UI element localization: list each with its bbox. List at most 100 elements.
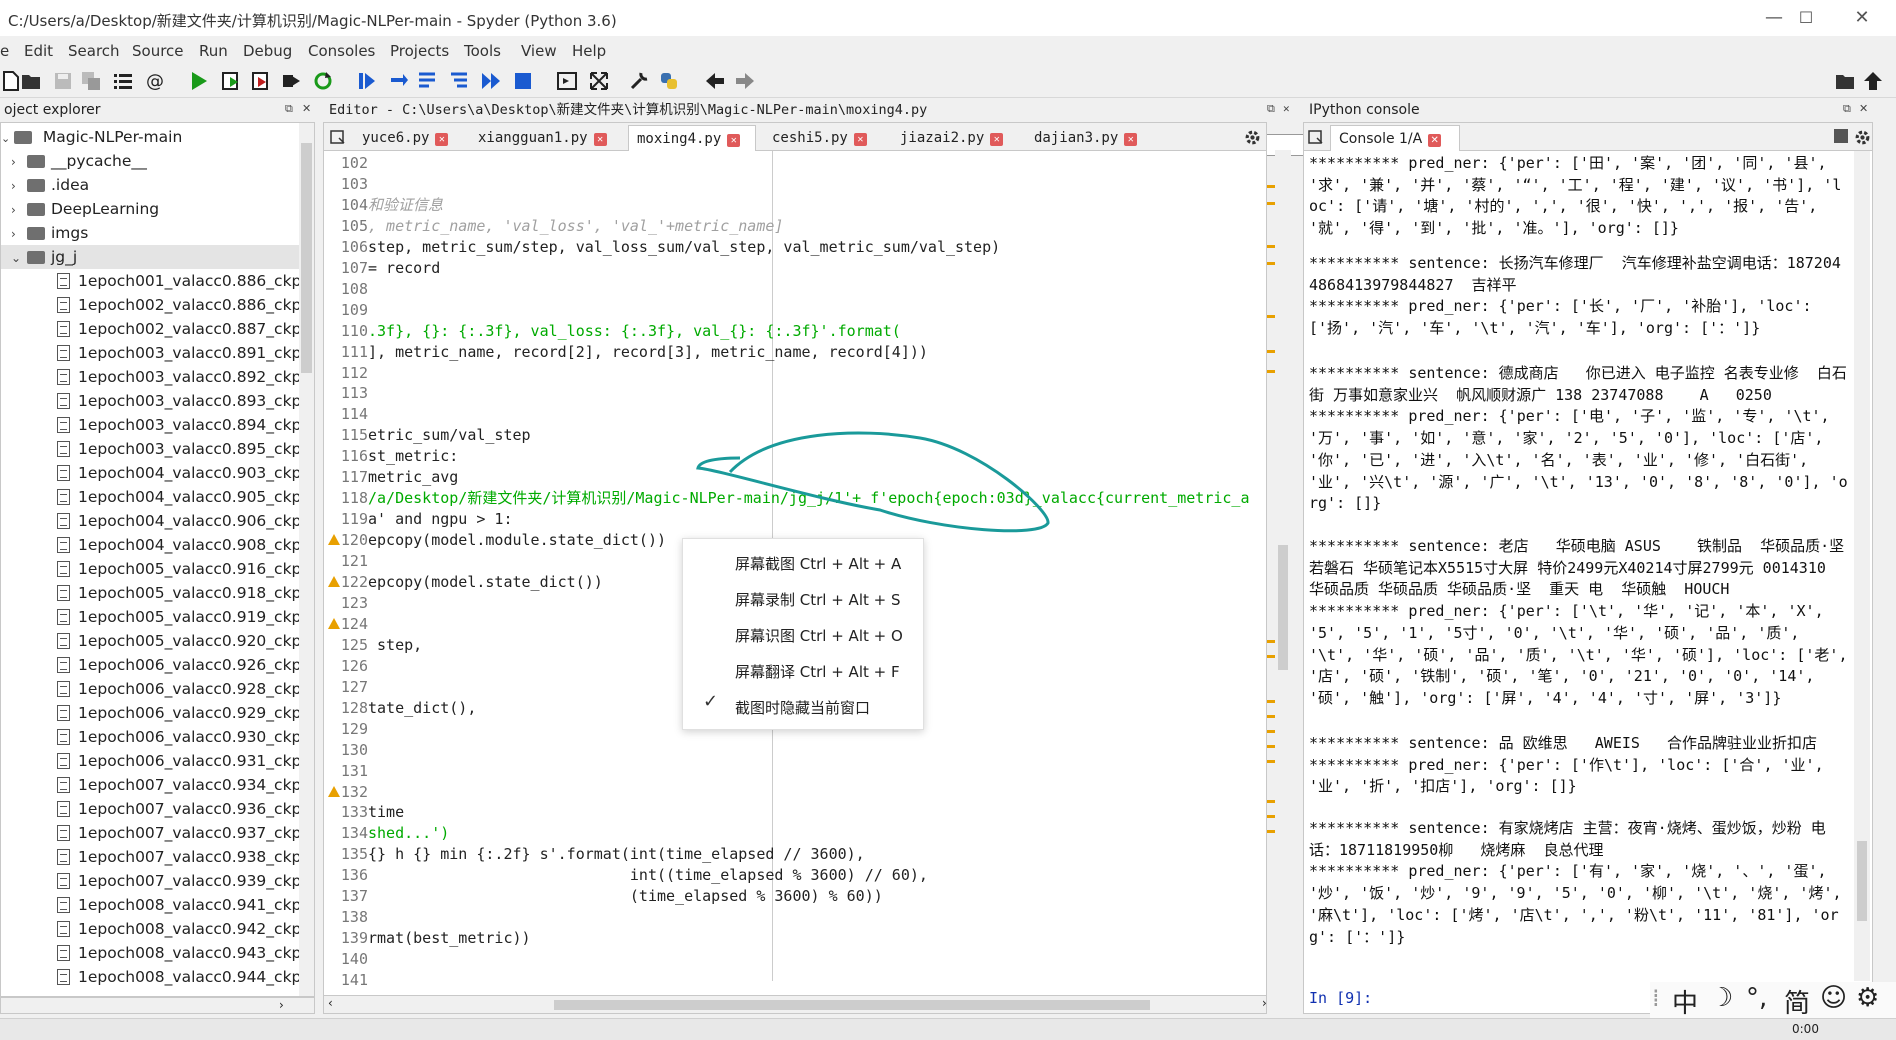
close-icon[interactable]: ✕: [990, 133, 1004, 146]
menu-edit[interactable]: Edit: [24, 42, 53, 60]
menu-consoles[interactable]: Consoles: [308, 42, 375, 60]
code-line[interactable]: 139rmat(best_metric)): [324, 928, 1264, 948]
new-file-icon[interactable]: [0, 70, 22, 92]
browse-folder-icon[interactable]: [1834, 70, 1856, 92]
stop-icon[interactable]: [512, 70, 534, 92]
editor-hscrollbar[interactable]: ‹ ›: [323, 995, 1267, 1014]
tree-file[interactable]: 1epoch005_valacc0.916_ckpt.: [1, 557, 301, 581]
menu-view[interactable]: View: [521, 42, 557, 60]
undock-icon[interactable]: ⧉: [285, 102, 299, 116]
at-icon[interactable]: @: [144, 70, 166, 92]
code-line[interactable]: 106step, metric_sum/step, val_loss_sum/v…: [324, 237, 1264, 257]
close-icon[interactable]: ✕: [1428, 134, 1442, 147]
gear-icon[interactable]: ⚙: [1856, 983, 1879, 1013]
explorer-hscrollbar[interactable]: ›: [0, 997, 315, 1014]
code-line[interactable]: 116st_metric:: [324, 446, 1264, 466]
maximize-pane-icon[interactable]: [556, 70, 578, 92]
code-line[interactable]: 110.3f}, {}: {:.3f}, val_loss: {:.3f}, v…: [324, 321, 1264, 341]
tree-file[interactable]: 1epoch007_valacc0.936_ckpt.: [1, 797, 301, 821]
file-list-icon[interactable]: [1308, 129, 1324, 145]
chevron-right-icon[interactable]: ›: [1262, 996, 1267, 1010]
tree-file[interactable]: 1epoch003_valacc0.893_ckpt.: [1, 389, 301, 413]
close-icon[interactable]: ✕: [853, 133, 867, 146]
minimize-button[interactable]: —: [1762, 6, 1786, 30]
warning-marker[interactable]: [1267, 185, 1275, 188]
tree-file[interactable]: 1epoch007_valacc0.938_ckpt.: [1, 845, 301, 869]
menu-projects[interactable]: Projects: [390, 42, 449, 60]
python-path-icon[interactable]: [658, 70, 680, 92]
code-line[interactable]: 132: [324, 782, 1264, 802]
warning-marker[interactable]: [1267, 350, 1275, 353]
warning-marker[interactable]: [1267, 202, 1275, 205]
step-return-icon[interactable]: [448, 70, 470, 92]
tree-file[interactable]: 1epoch001_valacc0.886_ckpt.: [1, 269, 301, 293]
step-icon[interactable]: [388, 70, 410, 92]
console-scrollbar[interactable]: [1854, 151, 1870, 981]
tree-folder[interactable]: › .idea: [1, 173, 301, 197]
code-line[interactable]: 136 int((time_elapsed % 3600) // 60),: [324, 865, 1264, 885]
scrollbar-thumb[interactable]: [301, 143, 312, 373]
chevron-right-icon[interactable]: ›: [1, 198, 27, 221]
code-line[interactable]: 113: [324, 383, 1264, 403]
warning-marker[interactable]: [1267, 730, 1275, 733]
chevron-right-icon[interactable]: ›: [1, 174, 27, 197]
warning-marker[interactable]: [1267, 830, 1275, 833]
tree-file[interactable]: 1epoch007_valacc0.937_ckpt.: [1, 821, 301, 845]
tree-file[interactable]: 1epoch007_valacc0.934_ckpt.: [1, 773, 301, 797]
run-cell-icon[interactable]: [220, 70, 242, 92]
warning-marker[interactable]: [1267, 315, 1275, 318]
code-line[interactable]: 105, metric_name, 'val_loss', 'val_'+met…: [324, 216, 1264, 236]
close-icon[interactable]: ✕: [593, 133, 607, 146]
ipython-console[interactable]: Console 1/A ✕ ********** pred_ner: {'per'…: [1303, 122, 1873, 1014]
ime-handle-icon[interactable]: ⁞: [1652, 984, 1660, 1012]
smiley-icon[interactable]: ☺: [1820, 983, 1847, 1013]
warning-marker[interactable]: [1267, 370, 1275, 373]
menu-source[interactable]: Source: [132, 42, 184, 60]
menu-item-screenshot[interactable]: 屏幕截图 Ctrl + Alt + A: [735, 553, 901, 574]
editor-tab[interactable]: dajian3.py ✕: [1026, 125, 1146, 151]
chevron-down-icon[interactable]: ⌄: [1, 127, 10, 149]
warning-marker[interactable]: [1267, 640, 1275, 643]
chevron-right-icon[interactable]: ›: [1, 222, 27, 245]
warning-icon[interactable]: [328, 534, 340, 546]
tree-file[interactable]: 1epoch008_valacc0.943_ckpt.: [1, 941, 301, 965]
tree-file[interactable]: 1epoch005_valacc0.919_ckpt.: [1, 605, 301, 629]
code-line[interactable]: 112: [324, 363, 1264, 383]
moon-icon[interactable]: ☽: [1710, 983, 1733, 1013]
code-line[interactable]: 103: [324, 174, 1264, 194]
menu-item-screen-ocr[interactable]: 屏幕识图 Ctrl + Alt + O: [735, 625, 903, 646]
code-line[interactable]: 117metric_avg: [324, 467, 1264, 487]
fullscreen-icon[interactable]: [588, 70, 610, 92]
scrollbar-thumb[interactable]: [554, 1000, 1150, 1010]
editor-vscrollbar[interactable]: [1275, 150, 1291, 998]
tree-folder[interactable]: ⌄ jg_j: [1, 245, 301, 269]
code-line[interactable]: 133time: [324, 802, 1264, 822]
console-tab[interactable]: Console 1/A ✕: [1330, 125, 1460, 151]
warning-marker[interactable]: [1267, 655, 1275, 658]
code-line[interactable]: 111], metric_name, record[2], record[3],…: [324, 342, 1264, 362]
chevron-right-icon[interactable]: ›: [1, 150, 27, 173]
warning-marker[interactable]: [1267, 700, 1275, 703]
editor-tab[interactable]: moxing4.py ✕: [628, 125, 756, 151]
editor-tab[interactable]: yuce6.py ✕: [354, 125, 462, 151]
code-line[interactable]: 138: [324, 907, 1264, 927]
tree-file[interactable]: 1epoch008_valacc0.941_ckpt.: [1, 893, 301, 917]
tree-file[interactable]: 1epoch006_valacc0.928_ckpt.: [1, 677, 301, 701]
warning-icon[interactable]: [328, 576, 340, 587]
close-icon[interactable]: ✕: [727, 134, 741, 147]
close-pane-icon[interactable]: ✕: [302, 102, 316, 116]
code-line[interactable]: 137 (time_elapsed % 3600) % 60)): [324, 886, 1264, 906]
tree-file[interactable]: 1epoch008_valacc0.944_ckpt.: [1, 965, 301, 989]
chevron-down-icon[interactable]: ⌄: [1, 246, 27, 269]
back-arrow-icon[interactable]: [704, 70, 726, 92]
code-line[interactable]: 134shed...'): [324, 823, 1264, 843]
warning-marker[interactable]: [1267, 715, 1275, 718]
tree-file[interactable]: 1epoch004_valacc0.903_ckpt.: [1, 461, 301, 485]
undock-icon[interactable]: ⧉: [1267, 102, 1281, 116]
tree-file[interactable]: 1epoch003_valacc0.891_ckpt.: [1, 341, 301, 365]
chevron-right-icon[interactable]: ›: [279, 998, 284, 1012]
close-pane-icon[interactable]: ✕: [1859, 102, 1873, 116]
scrollbar-thumb[interactable]: [1278, 545, 1288, 670]
code-line[interactable]: 140: [324, 949, 1264, 969]
menu-help[interactable]: Help: [572, 42, 606, 60]
